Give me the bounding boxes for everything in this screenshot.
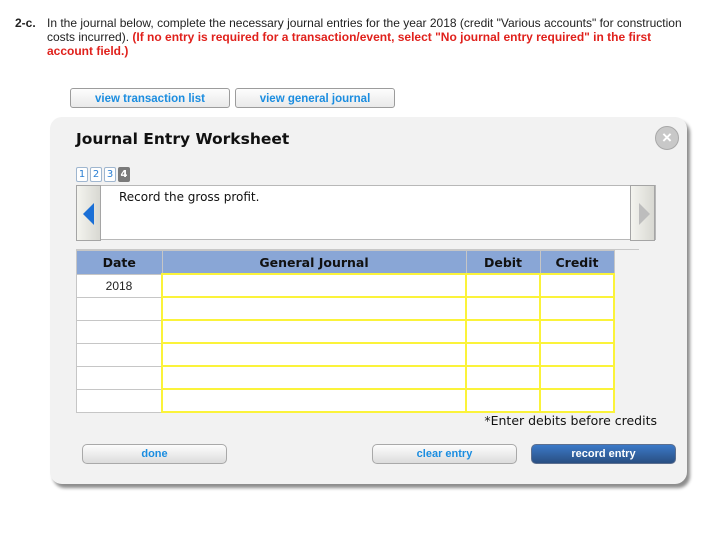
header-credit: Credit (539, 250, 615, 275)
arrow-left-icon (83, 203, 94, 225)
next-entry-button[interactable] (630, 185, 655, 241)
account-field[interactable] (161, 365, 469, 390)
date-cell (76, 342, 163, 367)
worksheet-pager: 1 2 3 4 (76, 167, 130, 182)
view-transaction-list-button[interactable]: view transaction list (70, 88, 230, 108)
credit-field[interactable] (539, 342, 617, 367)
close-icon[interactable]: × (655, 126, 679, 150)
date-cell: 2018 (76, 273, 163, 298)
clear-entry-button[interactable]: clear entry (372, 444, 517, 464)
debits-before-credits-note: *Enter debits before credits (484, 413, 657, 428)
question-body: In the journal below, complete the neces… (47, 16, 695, 58)
account-input[interactable] (163, 344, 469, 365)
credit-field[interactable] (539, 319, 617, 344)
table-row (76, 319, 617, 344)
arrow-right-icon (639, 203, 650, 225)
account-input[interactable] (163, 390, 469, 411)
page-tab-1[interactable]: 1 (76, 167, 88, 182)
credit-input[interactable] (541, 344, 617, 365)
credit-input[interactable] (541, 275, 617, 296)
account-input[interactable] (163, 298, 469, 319)
header-general-journal: General Journal (161, 250, 467, 275)
page-tab-3[interactable]: 3 (104, 167, 116, 182)
date-cell (76, 319, 163, 344)
credit-field[interactable] (539, 388, 617, 413)
account-input[interactable] (163, 321, 469, 342)
account-field[interactable] (161, 296, 469, 321)
debit-field[interactable] (465, 365, 543, 390)
debit-input[interactable] (467, 390, 543, 411)
account-input[interactable] (163, 367, 469, 388)
debit-input[interactable] (467, 275, 543, 296)
date-cell (76, 388, 163, 413)
question-number: 2-c. (15, 16, 36, 30)
credit-field[interactable] (539, 296, 617, 321)
debit-field[interactable] (465, 319, 543, 344)
debit-input[interactable] (467, 298, 543, 319)
table-row (76, 342, 617, 367)
credit-field[interactable] (539, 273, 617, 298)
credit-input[interactable] (541, 321, 617, 342)
date-cell (76, 296, 163, 321)
credit-input[interactable] (541, 367, 617, 388)
page-tab-2[interactable]: 2 (90, 167, 102, 182)
view-general-journal-button[interactable]: view general journal (235, 88, 395, 108)
journal-table: Date General Journal Debit Credit 2018 (76, 250, 617, 413)
page-tab-4[interactable]: 4 (118, 167, 130, 182)
table-row: 2018 (76, 273, 617, 298)
account-field[interactable] (161, 342, 469, 367)
done-button[interactable]: done (82, 444, 227, 464)
entry-description: Record the gross profit. (119, 190, 260, 204)
debit-field[interactable] (465, 342, 543, 367)
table-row (76, 388, 617, 413)
question-instruction: (If no entry is required for a transacti… (47, 30, 652, 58)
table-row (76, 365, 617, 390)
debit-input[interactable] (467, 367, 543, 388)
header-debit: Debit (465, 250, 541, 275)
account-field[interactable] (161, 319, 469, 344)
question-prompt: 2-c. In the journal below, complete the … (15, 16, 695, 58)
record-entry-button[interactable]: record entry (531, 444, 676, 464)
journal-entry-worksheet-panel: Journal Entry Worksheet × 1 2 3 4 Record… (50, 117, 687, 484)
credit-field[interactable] (539, 365, 617, 390)
account-input[interactable] (163, 275, 469, 296)
account-field[interactable] (161, 273, 469, 298)
worksheet-title: Journal Entry Worksheet (76, 130, 290, 148)
credit-input[interactable] (541, 390, 617, 411)
previous-entry-button[interactable] (76, 185, 101, 241)
debit-field[interactable] (465, 273, 543, 298)
credit-input[interactable] (541, 298, 617, 319)
table-row (76, 296, 617, 321)
table-header-row: Date General Journal Debit Credit (76, 250, 615, 275)
date-cell (76, 365, 163, 390)
debit-input[interactable] (467, 321, 543, 342)
debit-input[interactable] (467, 344, 543, 365)
entry-description-box: Record the gross profit. (76, 185, 656, 240)
debit-field[interactable] (465, 296, 543, 321)
debit-field[interactable] (465, 388, 543, 413)
account-field[interactable] (161, 388, 469, 413)
header-date: Date (76, 250, 163, 275)
